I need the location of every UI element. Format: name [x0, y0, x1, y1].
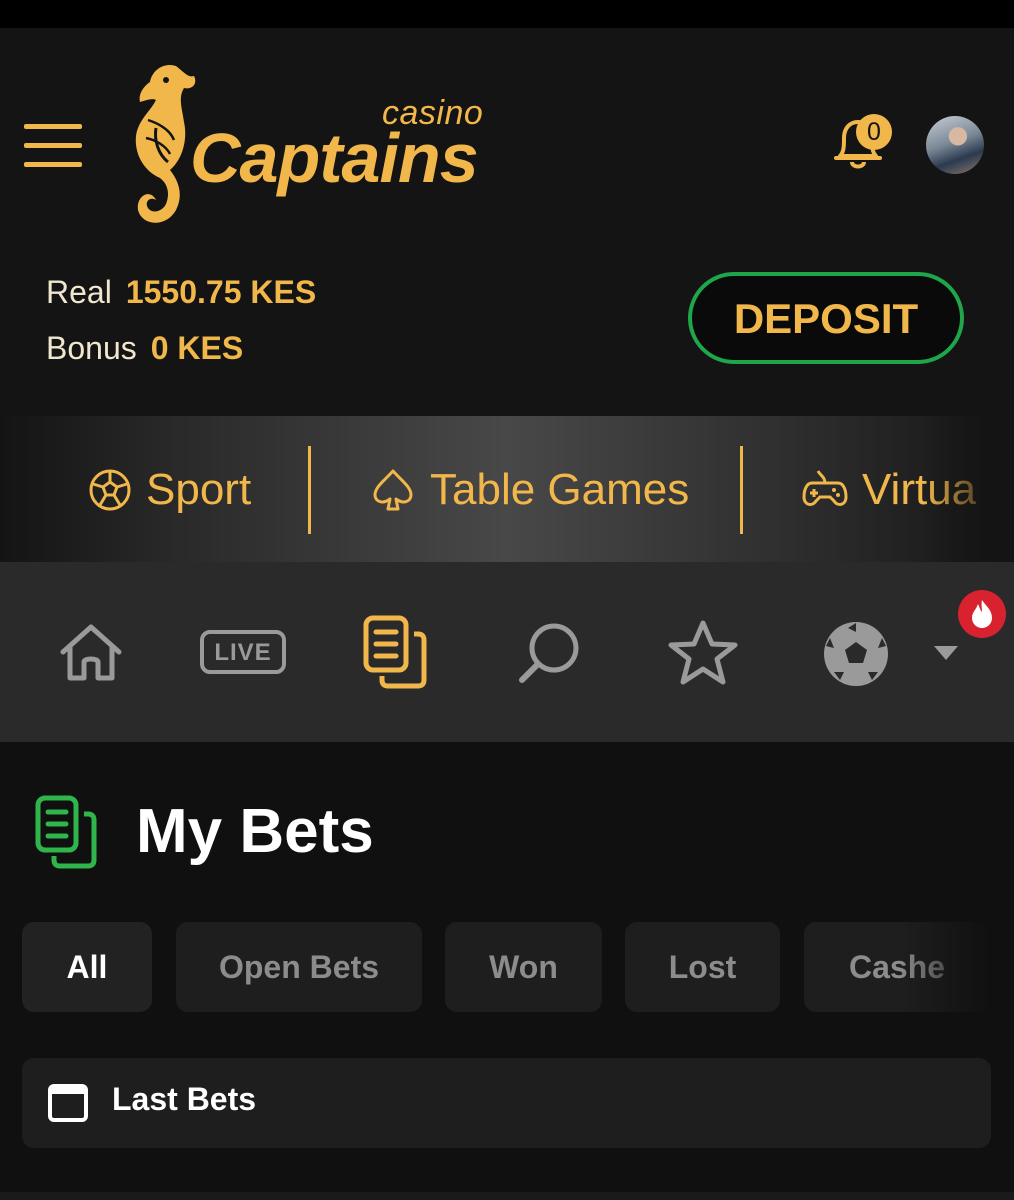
menu-icon[interactable] [24, 124, 82, 168]
category-table-games-label: Table Games [430, 465, 690, 514]
my-bets-title-icon [35, 795, 97, 869]
real-balance: Real 1550.75 KES [46, 274, 316, 311]
avatar[interactable] [926, 116, 984, 174]
category-divider [740, 446, 743, 534]
spade-icon [373, 469, 413, 511]
last-bets-label: Last Bets [112, 1081, 257, 1117]
fire-icon[interactable] [958, 590, 1006, 638]
category-sport[interactable]: Sport [88, 460, 251, 520]
category-fade [924, 416, 1014, 562]
live-icon[interactable]: LIVE [200, 630, 286, 674]
page-title: My Bets [136, 797, 374, 866]
bonus-balance-label: Bonus [46, 330, 137, 366]
bonus-balance: Bonus 0 KES [46, 330, 243, 367]
logo-name-text: Captains [190, 119, 479, 197]
brand-logo[interactable]: casino Captains [120, 58, 510, 238]
notification-count-badge[interactable]: 0 [856, 114, 892, 150]
tab-won[interactable]: Won [445, 922, 602, 1012]
soccer-ball-icon[interactable] [820, 618, 892, 690]
category-table-games[interactable]: Table Games [370, 460, 689, 520]
category-bar: Sport Table Games Virtua [0, 416, 1014, 562]
calendar-icon [48, 1084, 88, 1122]
real-balance-value: 1550.75 KES [125, 274, 317, 310]
soccer-ball-icon [89, 469, 131, 511]
my-bets-icon[interactable] [362, 614, 430, 690]
category-sport-label: Sport [146, 465, 252, 514]
category-divider [308, 446, 311, 534]
tab-open-bets[interactable]: Open Bets [176, 922, 422, 1012]
dropdown-caret-icon[interactable] [934, 646, 958, 660]
search-icon[interactable] [516, 620, 582, 686]
real-balance-label: Real [46, 274, 112, 310]
status-bar [0, 0, 1014, 28]
tab-lost[interactable]: Lost [625, 922, 780, 1012]
favorites-star-icon[interactable] [666, 618, 740, 688]
bottom-divider [0, 1192, 1014, 1200]
deposit-button[interactable]: DEPOSIT [688, 272, 964, 364]
gamepad-icon [802, 470, 848, 506]
home-icon[interactable] [58, 622, 124, 684]
tabs-fade [900, 922, 1014, 1012]
bonus-balance-value: 0 KES [150, 330, 244, 366]
tab-all[interactable]: All [22, 922, 152, 1012]
